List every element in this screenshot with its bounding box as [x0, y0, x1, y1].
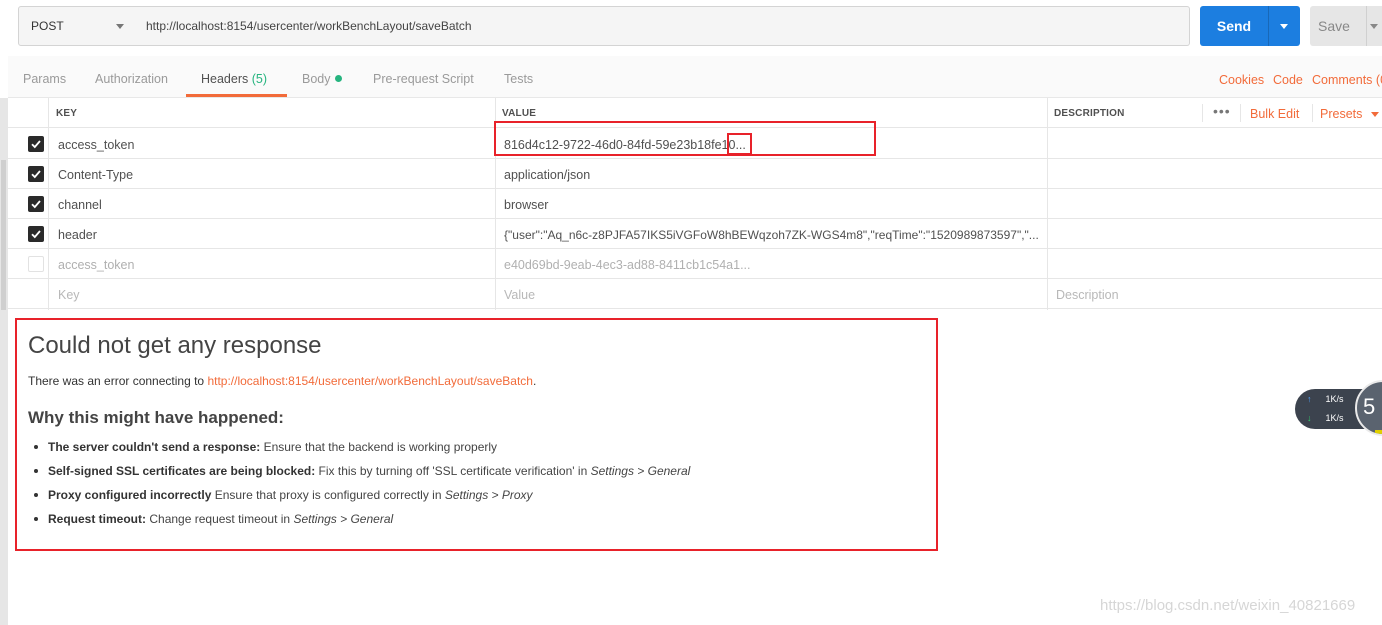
save-dropdown-icon[interactable]	[1370, 24, 1378, 29]
row-checkbox[interactable]	[28, 166, 44, 182]
check-icon	[31, 200, 41, 209]
key-input[interactable]: Key	[58, 288, 80, 302]
tab-body-label: Body	[302, 72, 331, 86]
save-label: Save	[1318, 18, 1350, 34]
presets-link[interactable]: Presets	[1320, 107, 1362, 121]
save-button[interactable]: Save	[1310, 6, 1382, 46]
upload-speed: ↑ 1K/s	[1307, 394, 1344, 404]
tab-body[interactable]: Body	[302, 72, 342, 86]
column-value: VALUE	[502, 108, 537, 119]
table-row: Content-Type application/json	[8, 159, 1382, 189]
scrollbar-thumb[interactable]	[1, 160, 6, 310]
column-description: DESCRIPTION	[1054, 108, 1125, 119]
table-row: header {"user":"Aq_n6c-z8PJFA57IKS5iVGFo…	[8, 219, 1382, 249]
method-label: POST	[31, 19, 64, 33]
download-speed: ↓ 1K/s	[1307, 413, 1344, 423]
send-dropdown-icon[interactable]	[1280, 24, 1288, 29]
chevron-down-icon	[116, 24, 124, 29]
send-button[interactable]: Send	[1200, 6, 1300, 46]
arrow-up-icon: ↑	[1307, 394, 1312, 404]
row-checkbox[interactable]	[28, 226, 44, 242]
check-icon	[31, 140, 41, 149]
tab-authorization[interactable]: Authorization	[95, 72, 168, 86]
check-icon	[31, 170, 41, 179]
header-value[interactable]: {"user":"Aq_n6c-z8PJFA57IKS5iVGFoW8hBEWq…	[504, 228, 1042, 242]
body-indicator-dot	[334, 75, 342, 82]
left-scrollbar[interactable]	[0, 98, 8, 625]
comments-link[interactable]: Comments (0)	[1312, 73, 1382, 87]
send-label: Send	[1216, 18, 1252, 34]
tab-headers[interactable]: Headers (5)	[201, 72, 267, 86]
save-divider	[1366, 6, 1367, 46]
description-input[interactable]: Description	[1056, 288, 1119, 302]
tab-headers-label: Headers	[201, 72, 249, 86]
tab-tests[interactable]: Tests	[504, 72, 533, 86]
url-text: http://localhost:8154/usercenter/workBen…	[146, 19, 472, 33]
upload-speed-value: 1K/s	[1325, 394, 1344, 404]
presets-chevron-icon[interactable]	[1371, 112, 1379, 117]
check-icon	[31, 230, 41, 239]
header-key[interactable]: access_token	[58, 138, 488, 152]
header-separator	[1312, 104, 1313, 122]
value-input[interactable]: Value	[504, 288, 535, 302]
method-select[interactable]: POST	[18, 6, 135, 46]
annotation-box	[494, 121, 876, 156]
header-key[interactable]: header	[58, 228, 488, 242]
badge-number: 5	[1363, 394, 1376, 419]
table-row-new: Key Value Description	[8, 279, 1382, 309]
send-divider	[1268, 6, 1269, 46]
tab-pre-request-script[interactable]: Pre-request Script	[373, 72, 474, 86]
header-value[interactable]: browser	[504, 198, 1044, 212]
annotation-box-error	[15, 318, 938, 551]
arrow-down-icon: ↓	[1307, 413, 1312, 423]
row-checkbox[interactable]	[28, 196, 44, 212]
url-input[interactable]: http://localhost:8154/usercenter/workBen…	[134, 6, 1190, 46]
column-key: KEY	[56, 108, 78, 119]
annotation-box-small	[727, 133, 752, 155]
table-row: access_token e40d69bd-9eab-4ec3-ad88-841…	[8, 249, 1382, 279]
table-row: channel browser	[8, 189, 1382, 219]
header-value[interactable]: application/json	[504, 168, 1044, 182]
bulk-edit-link[interactable]: Bulk Edit	[1250, 107, 1299, 121]
row-checkbox[interactable]	[28, 256, 44, 272]
header-key[interactable]: access_token	[58, 258, 488, 272]
header-key[interactable]: Content-Type	[58, 168, 488, 182]
tab-params[interactable]: Params	[23, 72, 66, 86]
more-options-icon[interactable]: •••	[1213, 103, 1231, 119]
badge-bar	[1375, 430, 1382, 434]
code-link[interactable]: Code	[1273, 73, 1303, 87]
header-key[interactable]: channel	[58, 198, 488, 212]
cookies-link[interactable]: Cookies	[1219, 73, 1264, 87]
active-tab-underline	[186, 94, 287, 97]
request-tabs: Params Authorization Headers (5) Body Pr…	[8, 56, 1382, 98]
header-value[interactable]: e40d69bd-9eab-4ec3-ad88-8411cb1c54a1...	[504, 258, 1044, 272]
tab-headers-count: (5)	[251, 72, 268, 86]
header-separator	[1202, 104, 1203, 122]
row-checkbox[interactable]	[28, 136, 44, 152]
download-speed-value: 1K/s	[1325, 413, 1344, 423]
header-separator	[1240, 104, 1241, 122]
request-bar: POST http://localhost:8154/usercenter/wo…	[0, 0, 1382, 56]
watermark: https://blog.csdn.net/weixin_40821669	[1100, 597, 1356, 614]
